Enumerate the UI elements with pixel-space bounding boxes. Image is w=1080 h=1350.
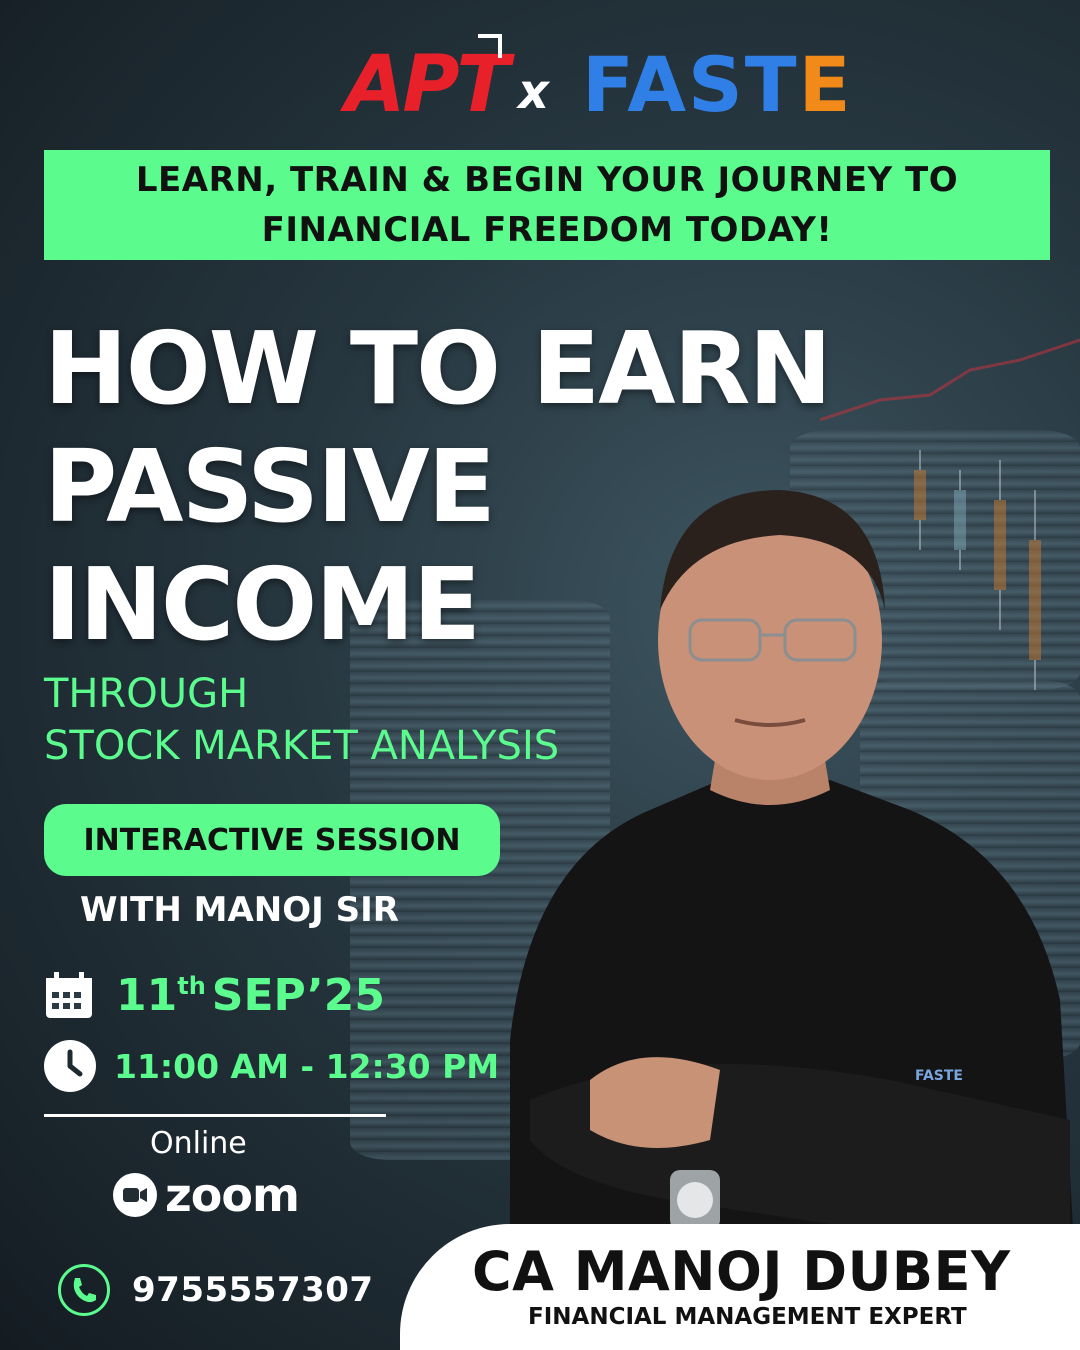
speaker-photo: FASTE [510, 490, 1080, 1350]
faste-logo-accent: E [798, 40, 853, 129]
event-mode: Online [150, 1126, 247, 1161]
tagline-banner: LEARN, TRAIN & BEGIN YOUR JOURNEY TO FIN… [44, 150, 1050, 260]
clock-icon [44, 1040, 96, 1092]
chart-line-bg [820, 338, 1080, 422]
contact-phone: 9755557307 [58, 1264, 374, 1316]
phone-number: 9755557307 [132, 1270, 374, 1310]
date-day: 11 [116, 970, 178, 1021]
shirt-logo: FASTE [915, 1068, 963, 1084]
session-badge: INTERACTIVE SESSION [44, 804, 500, 876]
session-badge-label: INTERACTIVE SESSION [83, 822, 461, 858]
event-poster: APT x FASTE LEARN, TRAIN & BEGIN YOUR JO… [0, 0, 1080, 1350]
faste-logo-text: FAST [582, 40, 799, 129]
platform-name: zoom [165, 1168, 300, 1222]
zoom-camera-icon [113, 1173, 157, 1217]
event-time: 11:00 AM - 12:30 PM [44, 1040, 499, 1092]
brand-logos: APT x FASTE [0, 34, 1080, 130]
logo-separator: x [518, 64, 549, 120]
divider [44, 1114, 386, 1117]
date-day-suffix: th [177, 972, 206, 1000]
apt-arrow-icon [478, 34, 502, 58]
time-text: 11:00 AM - 12:30 PM [114, 1046, 500, 1086]
session-host: WITH MANOJ SIR [80, 890, 399, 930]
speaker-title: FINANCIAL MANAGEMENT EXPERT [528, 1304, 967, 1330]
date-text: 11th SEP’25 [116, 970, 385, 1021]
headline-line-1: HOW TO EARN [44, 310, 832, 427]
tagline-line-1: LEARN, TRAIN & BEGIN YOUR JOURNEY TO [135, 160, 959, 200]
speaker-name: CA MANOJ DUBEY [472, 1240, 1011, 1303]
event-date: 11th SEP’25 [44, 970, 385, 1021]
tagline-line-2: FINANCIAL FREEDOM TODAY! [261, 210, 833, 250]
phone-icon [58, 1264, 110, 1316]
date-month-year: SEP’25 [211, 970, 385, 1021]
platform-logo: zoom [113, 1168, 300, 1222]
calendar-icon [44, 971, 94, 1020]
speaker-name-card: CA MANOJ DUBEY FINANCIAL MANAGEMENT EXPE… [400, 1224, 1080, 1350]
faste-logo: FASTE [582, 40, 853, 130]
